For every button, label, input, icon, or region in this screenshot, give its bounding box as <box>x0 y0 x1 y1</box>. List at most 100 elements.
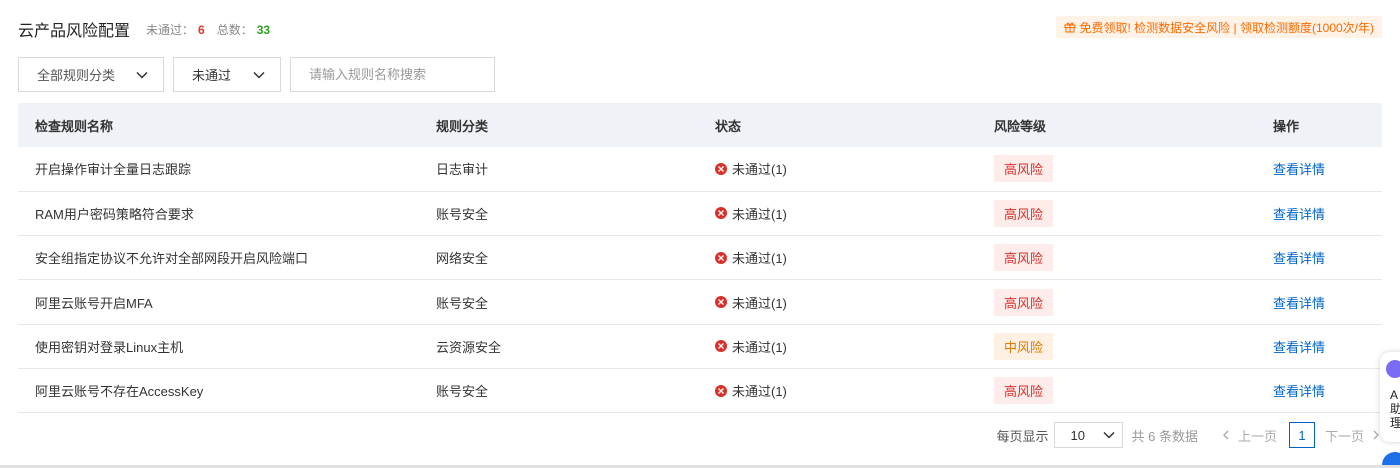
table-row: 阿里云账号不存在AccessKey 账号安全 未通过(1) 高风险 查看详情 <box>18 368 1382 413</box>
rule-risk: 高风险 <box>994 368 1273 412</box>
assistant-label: A助理 <box>1390 388 1400 430</box>
page-size-select[interactable]: 10 <box>1053 422 1123 448</box>
fail-icon <box>715 162 727 175</box>
rule-risk: 高风险 <box>994 147 1273 191</box>
status-text: 未通过(1) <box>732 339 787 355</box>
rule-category: 云资源安全 <box>436 339 502 355</box>
rule-risk: 高风险 <box>994 236 1273 280</box>
risk-badge: 高风险 <box>994 199 1054 227</box>
fail-icon <box>715 340 727 353</box>
failed-count: 6 <box>198 22 205 37</box>
rule-name: 安全组指定协议不允许对全部网段开启风险端口 <box>35 251 309 267</box>
column-header-risk: 风险等级 <box>994 118 1047 134</box>
total-records: 共 6 条数据 <box>1131 428 1198 444</box>
table-row: RAM用户密码策略符合要求 账号安全 未通过(1) 高风险 查看详情 <box>18 191 1382 236</box>
view-details-link[interactable]: 查看详情 <box>1273 296 1325 311</box>
rule-category: 网络安全 <box>436 251 489 267</box>
page-header: 云产品风险配置 未通过： 6 总数： 33 免费领取! 检测数据安全风险 | 领取检… <box>18 16 1382 40</box>
fail-icon <box>715 251 727 264</box>
table-header-row: 检查规则名称 规则分类 状态 风险等级 操作 <box>18 103 1382 147</box>
rule-action: 查看详情 <box>1273 324 1382 368</box>
rule-action: 查看详情 <box>1273 147 1382 191</box>
fail-icon <box>715 384 727 397</box>
page-number-current[interactable]: 1 <box>1288 422 1315 448</box>
rule-category: 账号安全 <box>436 206 489 222</box>
column-header-name: 检查规则名称 <box>35 118 114 134</box>
rule-category: 账号安全 <box>436 384 489 400</box>
status-text: 未通过(1) <box>732 206 787 222</box>
pagination: 每页显示 10 共 6 条数据 上一页 1 下一页 <box>996 422 1382 448</box>
table-row: 使用密钥对登录Linux主机 云资源安全 未通过(1) 中风险 查看详情 <box>18 324 1382 369</box>
assistant-widget[interactable]: A助理 <box>1380 352 1400 442</box>
category-select-value: 全部规则分类 <box>37 68 116 83</box>
chevron-left-icon <box>1222 430 1229 440</box>
rule-status: 未通过(1) <box>715 368 994 412</box>
gift-icon <box>1064 22 1076 33</box>
rule-status: 未通过(1) <box>715 147 994 191</box>
total-label: 总数： <box>216 22 253 37</box>
failed-stat: 未通过： 6 <box>146 21 205 38</box>
view-details-link[interactable]: 查看详情 <box>1273 162 1325 177</box>
fail-icon <box>715 296 727 309</box>
failed-label: 未通过： <box>146 22 195 37</box>
rules-table: 检查规则名称 规则分类 状态 风险等级 操作 开启操作审计全量日志跟踪 日志审计… <box>18 103 1382 413</box>
assistant-icon <box>1386 360 1400 378</box>
search-input[interactable] <box>309 67 485 82</box>
rule-name: 阿里云账号不存在AccessKey <box>35 384 204 400</box>
rule-name: 使用密钥对登录Linux主机 <box>35 339 184 355</box>
risk-badge: 高风险 <box>994 377 1054 405</box>
rule-risk: 高风险 <box>994 191 1273 235</box>
status-text: 未通过(1) <box>732 384 787 400</box>
rule-category: 账号安全 <box>436 295 489 311</box>
column-header-category: 规则分类 <box>436 118 489 134</box>
column-header-status: 状态 <box>715 118 742 134</box>
view-details-link[interactable]: 查看详情 <box>1273 207 1325 222</box>
risk-badge: 高风险 <box>994 288 1054 316</box>
chevron-down-icon <box>253 71 265 79</box>
prev-page-button[interactable]: 上一页 <box>1220 426 1277 445</box>
rule-status: 未通过(1) <box>715 324 994 368</box>
promo-text: 免费领取! 检测数据安全风险 | 领取检测额度(1000次/年) <box>1079 20 1374 35</box>
table-row: 阿里云账号开启MFA 账号安全 未通过(1) 高风险 查看详情 <box>18 280 1382 325</box>
rule-status: 未通过(1) <box>715 280 994 324</box>
chevron-down-icon <box>136 71 148 79</box>
promo-banner[interactable]: 免费领取! 检测数据安全风险 | 领取检测额度(1000次/年) <box>1055 16 1382 38</box>
rule-action: 查看详情 <box>1273 236 1382 280</box>
page-size-label: 每页显示 <box>996 428 1049 444</box>
next-page-label: 下一页 <box>1324 428 1364 444</box>
page-size-value: 10 <box>1070 427 1085 443</box>
status-text: 未通过(1) <box>732 295 787 311</box>
search-box <box>290 57 495 92</box>
rule-action: 查看详情 <box>1273 368 1382 412</box>
column-header-action: 操作 <box>1273 118 1300 134</box>
status-text: 未通过(1) <box>732 162 787 178</box>
table-row: 安全组指定协议不允许对全部网段开启风险端口 网络安全 未通过(1) 高风险 查看… <box>18 236 1382 280</box>
total-stat: 总数： 33 <box>217 21 270 38</box>
fail-icon <box>715 207 727 220</box>
rule-action: 查看详情 <box>1273 191 1382 235</box>
status-select[interactable]: 未通过 <box>173 57 281 92</box>
view-details-link[interactable]: 查看详情 <box>1273 251 1325 266</box>
rule-status: 未通过(1) <box>715 236 994 280</box>
page-title: 云产品风险配置 <box>18 23 131 40</box>
rule-risk: 高风险 <box>994 280 1273 324</box>
prev-page-label: 上一页 <box>1237 428 1277 444</box>
chevron-down-icon <box>1102 431 1115 439</box>
table-row: 开启操作审计全量日志跟踪 日志审计 未通过(1) 高风险 查看详情 <box>18 147 1382 192</box>
status-text: 未通过(1) <box>732 251 787 267</box>
view-details-link[interactable]: 查看详情 <box>1273 384 1325 399</box>
rule-name: 开启操作审计全量日志跟踪 <box>35 162 192 178</box>
category-select[interactable]: 全部规则分类 <box>18 57 164 92</box>
rule-name: RAM用户密码策略符合要求 <box>35 206 194 222</box>
view-details-link[interactable]: 查看详情 <box>1273 340 1325 355</box>
rule-action: 查看详情 <box>1273 280 1382 324</box>
total-count: 33 <box>256 22 271 37</box>
next-page-button[interactable]: 下一页 <box>1325 426 1382 445</box>
rule-risk: 中风险 <box>994 324 1273 368</box>
rule-status: 未通过(1) <box>715 191 994 235</box>
rule-name: 阿里云账号开启MFA <box>35 295 153 311</box>
status-select-value: 未通过 <box>192 68 232 83</box>
rule-category: 日志审计 <box>436 162 489 178</box>
risk-badge: 高风险 <box>994 155 1054 183</box>
risk-badge: 中风险 <box>994 332 1054 360</box>
